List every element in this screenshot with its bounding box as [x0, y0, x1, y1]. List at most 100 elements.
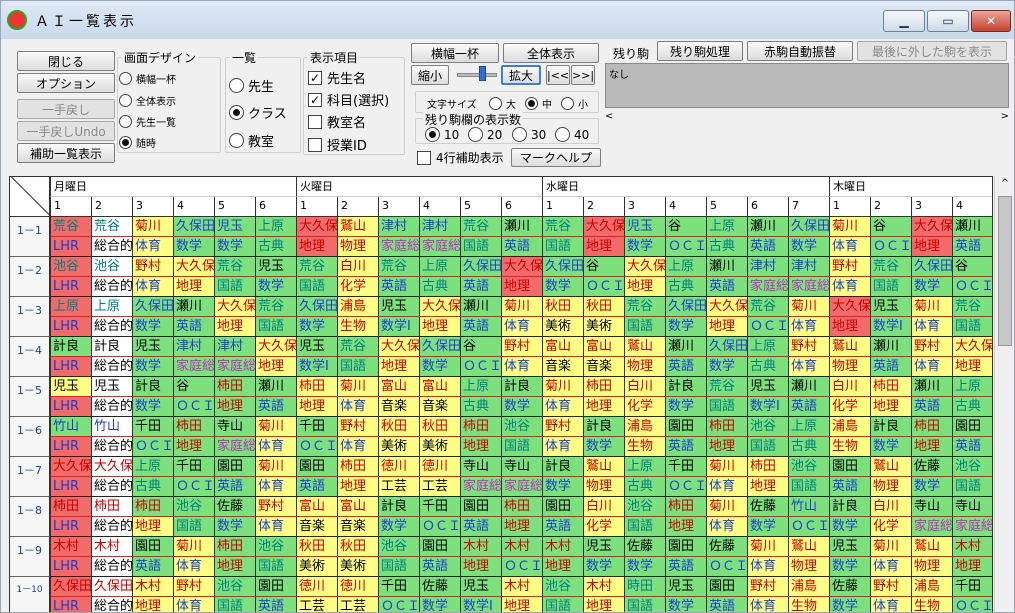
lesson-subject-cell[interactable]: 音楽 [378, 397, 419, 417]
lesson-teacher-cell[interactable]: 木村 [132, 577, 173, 597]
lesson-subject-cell[interactable]: 体育 [788, 317, 829, 337]
lesson-subject-cell[interactable]: 体育 [542, 397, 583, 417]
lesson-subject-cell[interactable]: 英語 [952, 437, 992, 457]
lesson-teacher-cell[interactable]: 白川 [829, 377, 870, 397]
lesson-subject-cell[interactable]: 古典 [255, 237, 296, 257]
lesson-subject-cell[interactable]: 国語 [952, 317, 992, 337]
lesson-subject-cell[interactable]: ＯＣＩ [870, 237, 911, 257]
lesson-teacher-cell[interactable]: 大久保 [378, 337, 419, 357]
lesson-teacher-cell[interactable]: 柿田 [460, 417, 501, 437]
lesson-subject-cell[interactable]: 総合的 [91, 357, 132, 377]
design-radio-full[interactable]: 横幅一杯 [119, 71, 176, 86]
lesson-teacher-cell[interactable]: 谷 [870, 217, 911, 237]
lesson-teacher-cell[interactable]: 鷲山 [337, 217, 378, 237]
lesson-teacher-cell[interactable]: 児玉 [132, 337, 173, 357]
lesson-teacher-cell[interactable]: 木村 [542, 537, 583, 557]
lesson-teacher-cell[interactable]: 大久保 [91, 457, 132, 477]
lesson-teacher-cell[interactable]: 大久保 [296, 217, 337, 237]
option-button[interactable]: オプション [17, 73, 115, 93]
lesson-teacher-cell[interactable]: 柿田 [501, 497, 542, 517]
lesson-teacher-cell[interactable]: 野村 [501, 337, 542, 357]
lesson-subject-cell[interactable]: LHR [50, 517, 91, 537]
lesson-subject-cell[interactable]: 数学 [296, 317, 337, 337]
lesson-teacher-cell[interactable]: 津村 [378, 217, 419, 237]
lesson-teacher-cell[interactable]: 津村 [788, 257, 829, 277]
lesson-teacher-cell[interactable]: 菊川 [132, 217, 173, 237]
lesson-teacher-cell[interactable]: 浦島 [624, 417, 665, 437]
lesson-subject-cell[interactable]: 英語 [255, 397, 296, 417]
lesson-subject-cell[interactable]: 音楽 [419, 397, 460, 417]
lesson-subject-cell[interactable]: 地理 [296, 237, 337, 257]
lesson-subject-cell[interactable]: 体育 [706, 477, 747, 497]
lesson-teacher-cell[interactable]: 徳川 [337, 577, 378, 597]
lesson-teacher-cell[interactable]: 鷲山 [870, 457, 911, 477]
lesson-teacher-cell[interactable]: 上原 [419, 257, 460, 277]
lesson-subject-cell[interactable]: 物理 [583, 477, 624, 497]
lesson-subject-cell[interactable]: 物理 [870, 477, 911, 497]
lesson-subject-cell[interactable]: 家庭総 [214, 437, 255, 457]
lesson-subject-cell[interactable]: 家庭総 [911, 517, 952, 537]
lesson-subject-cell[interactable]: ＯＣＩ [583, 277, 624, 297]
lesson-subject-cell[interactable]: 化学 [870, 517, 911, 537]
lesson-subject-cell[interactable]: 美術 [419, 437, 460, 457]
lesson-teacher-cell[interactable]: 久保田 [91, 577, 132, 597]
lesson-subject-cell[interactable]: 国語 [214, 597, 255, 612]
lesson-teacher-cell[interactable]: 千田 [378, 577, 419, 597]
lesson-teacher-cell[interactable]: 木村 [501, 537, 542, 557]
timetable-grid[interactable]: 月曜日 1 2 3 4 5 6 火曜日 1 2 3 4 5 6 水曜日 1 2 3 4 5 6 7 木曜日 1 2 3 4 1－1 荒谷… [9, 176, 993, 612]
lesson-subject-cell[interactable]: 英語 [911, 397, 952, 417]
lesson-teacher-cell[interactable]: 柿田 [214, 377, 255, 397]
lesson-subject-cell[interactable]: 英語 [829, 477, 870, 497]
lesson-teacher-cell[interactable]: 池谷 [50, 257, 91, 277]
lesson-teacher-cell[interactable]: 佐藤 [624, 537, 665, 557]
lesson-subject-cell[interactable]: 数学 [829, 557, 870, 577]
lesson-teacher-cell[interactable]: 佐藤 [911, 457, 952, 477]
lesson-subject-cell[interactable]: LHR [50, 557, 91, 577]
lesson-subject-cell[interactable]: 古典 [747, 357, 788, 377]
lesson-teacher-cell[interactable]: 柿田 [706, 417, 747, 437]
lesson-subject-cell[interactable]: 地理 [214, 557, 255, 577]
lesson-subject-cell[interactable]: 英語 [214, 477, 255, 497]
lesson-subject-cell[interactable]: ＯＣＩ [665, 477, 706, 497]
lesson-teacher-cell[interactable]: 富山 [337, 497, 378, 517]
lesson-subject-cell[interactable]: 国語 [624, 517, 665, 537]
lesson-subject-cell[interactable]: 総合的 [91, 277, 132, 297]
remain-count-30[interactable]: 30 [512, 127, 546, 142]
lesson-subject-cell[interactable]: 家庭総 [952, 517, 992, 537]
lesson-subject-cell[interactable]: 英語 [296, 477, 337, 497]
lesson-teacher-cell[interactable]: 千田 [132, 417, 173, 437]
lesson-subject-cell[interactable]: 地理 [952, 557, 992, 577]
lesson-teacher-cell[interactable]: 大久保 [419, 297, 460, 317]
lesson-teacher-cell[interactable]: 竹山 [91, 417, 132, 437]
lesson-subject-cell[interactable]: 地理 [706, 317, 747, 337]
lesson-teacher-cell[interactable]: 荒谷 [624, 297, 665, 317]
lesson-subject-cell[interactable]: 数学 [542, 477, 583, 497]
lesson-teacher-cell[interactable]: 児玉 [214, 217, 255, 237]
lesson-teacher-cell[interactable]: 木村 [91, 537, 132, 557]
lesson-teacher-cell[interactable]: 鷲山 [624, 337, 665, 357]
class-row-label[interactable]: 1－7 [10, 457, 50, 497]
lesson-subject-cell[interactable]: 国語 [624, 597, 665, 612]
design-radio-anytime[interactable]: 随時 [119, 135, 156, 150]
lesson-teacher-cell[interactable]: 園田 [419, 537, 460, 557]
lesson-teacher-cell[interactable]: 大久保 [952, 337, 992, 357]
lesson-teacher-cell[interactable]: 児玉 [378, 297, 419, 317]
lesson-subject-cell[interactable]: 英語 [501, 237, 542, 257]
lesson-subject-cell[interactable]: 数学Ⅰ [378, 317, 419, 337]
lesson-teacher-cell[interactable]: 児玉 [747, 377, 788, 397]
lesson-teacher-cell[interactable]: 久保田 [50, 577, 91, 597]
lesson-subject-cell[interactable]: 数学 [255, 277, 296, 297]
lesson-teacher-cell[interactable]: 野村 [911, 337, 952, 357]
lesson-subject-cell[interactable]: 地理 [460, 437, 501, 457]
lesson-subject-cell[interactable]: 英語 [542, 517, 583, 537]
lesson-subject-cell[interactable]: 数学 [665, 317, 706, 337]
lesson-subject-cell[interactable]: 英語 [665, 557, 706, 577]
lesson-teacher-cell[interactable]: 児玉 [870, 297, 911, 317]
lesson-teacher-cell[interactable]: 園田 [460, 497, 501, 517]
lesson-subject-cell[interactable]: 英語 [460, 317, 501, 337]
lesson-teacher-cell[interactable]: 大久保 [214, 297, 255, 317]
lesson-subject-cell[interactable]: 美術 [296, 557, 337, 577]
lesson-subject-cell[interactable]: 地理 [829, 317, 870, 337]
lesson-subject-cell[interactable]: ＯＣＩ [952, 597, 992, 612]
lesson-teacher-cell[interactable]: 野村 [337, 417, 378, 437]
